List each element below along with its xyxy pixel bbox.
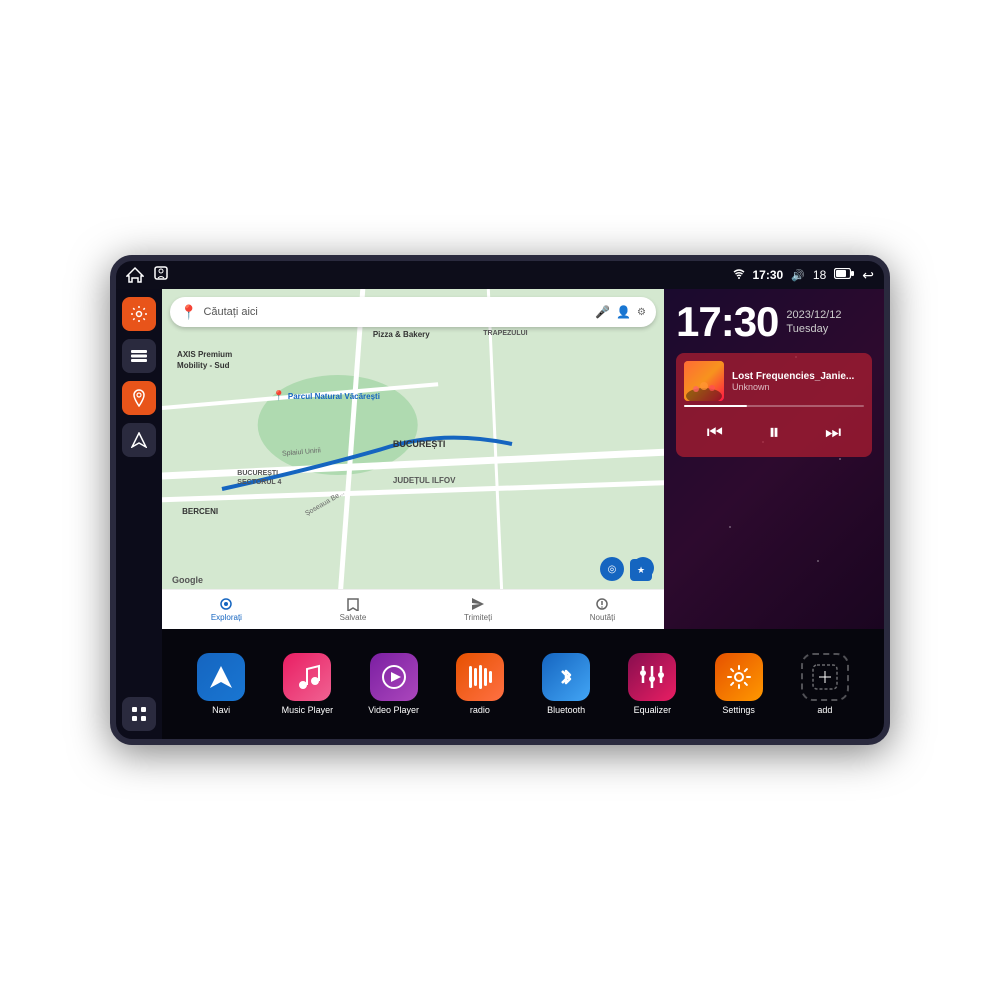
map-label-axis: AXIS PremiumMobility - Sud xyxy=(177,350,232,371)
back-icon[interactable]: ↩ xyxy=(862,267,874,284)
map-search-bar[interactable]: 📍 Căutați aici 🎤 👤 ⚙ xyxy=(170,297,656,327)
clock-section: 17:30 2023/12/12 Tuesday xyxy=(676,301,872,343)
map-label-ilfov: JUDEȚUL ILFOV xyxy=(393,476,456,485)
app-radio-icon xyxy=(456,653,504,701)
sidebar-navi-btn[interactable] xyxy=(122,423,156,457)
left-sidebar xyxy=(116,289,162,739)
app-bluetooth[interactable]: Bluetooth xyxy=(536,653,596,715)
app-navi[interactable]: Navi xyxy=(191,653,251,715)
prev-btn[interactable]: ⏮ xyxy=(707,422,723,443)
status-left-icons xyxy=(126,266,168,285)
app-video-icon xyxy=(370,653,418,701)
music-details: Lost Frequencies_Janie... Unknown xyxy=(732,371,864,392)
map-label-pizza: Pizza & Bakery xyxy=(373,330,430,339)
map-panel[interactable]: AXIS PremiumMobility - Sud Pizza & Baker… xyxy=(162,289,664,629)
top-panels: AXIS PremiumMobility - Sud Pizza & Baker… xyxy=(162,289,884,629)
music-title: Lost Frequencies_Janie... xyxy=(732,371,864,382)
map-label-sector4: BUCUREȘTISECTORUL 4 xyxy=(237,469,281,487)
star-btn[interactable]: ★ xyxy=(630,559,652,581)
map-roads-svg xyxy=(162,289,664,629)
status-bar: 17:30 🔊 18 ↩ xyxy=(116,261,884,289)
mic-icon[interactable]: 🎤 xyxy=(595,305,610,319)
screen: 17:30 🔊 18 ↩ xyxy=(116,261,884,739)
map-label-buc: BUCUREȘTI xyxy=(393,439,446,449)
app-settings-icon xyxy=(715,653,763,701)
app-navi-icon xyxy=(197,653,245,701)
album-art xyxy=(684,361,724,401)
app-add-icon xyxy=(801,653,849,701)
nav-location-icon[interactable] xyxy=(154,266,168,285)
music-artist: Unknown xyxy=(732,382,864,392)
sidebar-files-btn[interactable] xyxy=(122,339,156,373)
app-settings[interactable]: Settings xyxy=(709,653,769,715)
battery-icon xyxy=(834,268,854,282)
app-video-label: Video Player xyxy=(368,705,419,715)
settings-icon-map[interactable]: ⚙ xyxy=(637,307,646,318)
content-panels: AXIS PremiumMobility - Sud Pizza & Baker… xyxy=(162,289,884,739)
google-logo: Google xyxy=(172,575,203,585)
volume-icon: 🔊 xyxy=(791,269,805,282)
map-bottom-nav: Explorați Salvate Trimiteți xyxy=(162,589,664,629)
sidebar-maps-btn[interactable] xyxy=(122,381,156,415)
location-btn[interactable]: ◎ xyxy=(600,557,624,581)
app-bluetooth-label: Bluetooth xyxy=(547,705,585,715)
pause-btn[interactable]: ⏸ xyxy=(768,419,779,445)
app-music-player[interactable]: Music Player xyxy=(277,653,337,715)
app-add[interactable]: add xyxy=(795,653,855,715)
app-eq-icon xyxy=(628,653,676,701)
search-input-text[interactable]: Căutați aici xyxy=(203,306,589,318)
car-display-device: 17:30 🔊 18 ↩ xyxy=(110,255,890,745)
main-content: AXIS PremiumMobility - Sud Pizza & Baker… xyxy=(116,289,884,739)
map-nav-explore[interactable]: Explorați xyxy=(211,597,242,622)
map-nav-explore-label: Explorați xyxy=(211,613,242,622)
music-info: Lost Frequencies_Janie... Unknown xyxy=(684,361,864,401)
wifi-icon xyxy=(733,268,745,282)
home-icon[interactable] xyxy=(126,266,144,284)
status-right-icons: 17:30 🔊 18 ↩ xyxy=(733,267,875,284)
music-section: Lost Frequencies_Janie... Unknown ⏮ ⏸ ⏭ xyxy=(676,353,872,457)
clock-day: Tuesday xyxy=(786,323,841,335)
right-panel: 17:30 2023/12/12 Tuesday xyxy=(664,289,884,629)
app-add-label: add xyxy=(817,705,832,715)
map-label-trapez: TRAPEZULUI xyxy=(483,330,527,337)
app-music-icon xyxy=(283,653,331,701)
map-nav-news[interactable]: Noutăți xyxy=(590,597,615,622)
apps-section: Navi Music Player Video Play xyxy=(162,629,884,739)
music-controls: ⏮ ⏸ ⏭ xyxy=(684,415,864,449)
music-progress-fill xyxy=(684,405,747,407)
app-radio-label: radio xyxy=(470,705,490,715)
map-nav-send-label: Trimiteți xyxy=(464,613,492,622)
app-video-player[interactable]: Video Player xyxy=(364,653,424,715)
sidebar-apps-btn[interactable] xyxy=(122,697,156,731)
status-time: 17:30 xyxy=(753,268,784,282)
app-navi-label: Navi xyxy=(212,705,230,715)
clock-date: 2023/12/12 xyxy=(786,309,841,321)
sidebar-settings-btn[interactable] xyxy=(122,297,156,331)
map-label-park: 📍 Parcul Natural Văcărești xyxy=(272,391,380,402)
map-nav-saved[interactable]: Salvate xyxy=(340,597,367,622)
app-bluetooth-icon xyxy=(542,653,590,701)
music-progress-bar[interactable] xyxy=(684,405,864,407)
google-maps-pin: 📍 xyxy=(180,304,197,321)
app-equalizer[interactable]: Equalizer xyxy=(622,653,682,715)
map-background: AXIS PremiumMobility - Sud Pizza & Baker… xyxy=(162,289,664,629)
clock-time: 17:30 xyxy=(676,301,778,343)
map-label-berceni: BERCENI xyxy=(182,507,218,516)
next-btn[interactable]: ⏭ xyxy=(825,422,841,443)
account-icon[interactable]: 👤 xyxy=(616,305,631,319)
app-radio[interactable]: radio xyxy=(450,653,510,715)
map-nav-news-label: Noutăți xyxy=(590,613,615,622)
app-music-label: Music Player xyxy=(282,705,334,715)
app-eq-label: Equalizer xyxy=(634,705,672,715)
app-settings-label: Settings xyxy=(722,705,755,715)
battery-level: 18 xyxy=(813,268,826,282)
map-nav-saved-label: Salvate xyxy=(340,613,367,622)
map-nav-send[interactable]: Trimiteți xyxy=(464,597,492,622)
